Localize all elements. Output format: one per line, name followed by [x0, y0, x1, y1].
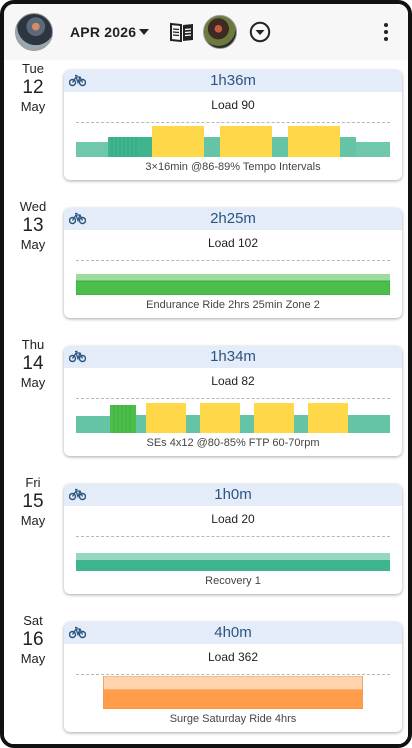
workout-load: Load 20 [211, 512, 255, 526]
workout-profile [103, 676, 363, 709]
workout-description: Recovery 1 [205, 575, 261, 587]
calendar-list: Tue 12 May 1h36m Load 90 3×16min @86-89%… [4, 60, 408, 744]
avatar[interactable] [15, 13, 53, 51]
card-header: 1h34m [64, 346, 402, 368]
app-frame: APR 2026 Tue 12 May 1h36m Load 90 3×16mi… [0, 0, 412, 748]
workout-card[interactable]: 1h36m Load 90 3×16min @86-89% Tempo Inte… [64, 70, 402, 180]
card-header: 1h0m [64, 484, 402, 506]
workout-profile [76, 403, 390, 433]
day-month: May [20, 99, 46, 114]
workout-description: SEs 4x12 @80-85% FTP 60-70rpm [146, 437, 320, 449]
workout-profile [76, 126, 390, 157]
day-row: Thu 14 May 1h34m Load 82 SEs 4x12 @80-85… [4, 336, 408, 475]
card-header: 1h36m [64, 70, 402, 92]
day-month: May [20, 237, 46, 252]
day-number: 15 [22, 491, 44, 512]
workout-card[interactable]: 1h34m Load 82 SEs 4x12 @80-85% FTP 60-70… [64, 346, 402, 456]
month-selector[interactable]: APR 2026 [70, 24, 136, 40]
workout-description: Endurance Ride 2hrs 25min Zone 2 [146, 299, 320, 311]
day-of-week: Wed [19, 199, 47, 214]
workout-profile [76, 553, 390, 571]
day-row: Sat 16 May 4h0m Load 362 Surge Saturday … [4, 612, 408, 744]
card-header: 2h25m [64, 208, 402, 230]
workout-card[interactable]: 2h25m Load 102 Endurance Ride 2hrs 25min… [64, 208, 402, 318]
day-number: 14 [22, 353, 44, 374]
ftp-line [76, 674, 390, 675]
day-number: 13 [22, 215, 44, 236]
book-icon[interactable] [170, 22, 194, 42]
workout-duration: 1h34m [210, 348, 256, 365]
workout-description: 3×16min @86-89% Tempo Intervals [145, 161, 321, 173]
day-month: May [20, 375, 46, 390]
ftp-line [76, 398, 390, 399]
workout-duration: 1h36m [210, 72, 256, 89]
day-of-week: Tue [22, 61, 44, 76]
day-of-week: Thu [21, 337, 45, 352]
day-month: May [20, 513, 46, 528]
avatar[interactable] [203, 15, 237, 49]
workout-load: Load 102 [207, 236, 259, 250]
top-bar: APR 2026 [4, 4, 408, 61]
caret-down-icon[interactable] [139, 29, 149, 35]
workout-duration: 2h25m [210, 210, 256, 227]
day-row: Fri 15 May 1h0m Load 20 Recovery 1 [4, 474, 408, 613]
workout-load: Load 362 [207, 650, 259, 664]
card-header: 4h0m [64, 622, 402, 644]
workout-profile [76, 274, 390, 295]
workout-load: Load 82 [211, 374, 255, 388]
workout-load: Load 90 [211, 98, 255, 112]
workout-duration: 4h0m [214, 624, 252, 641]
day-of-week: Fri [25, 475, 41, 490]
day-number: 16 [22, 629, 44, 650]
workout-card[interactable]: 1h0m Load 20 Recovery 1 [64, 484, 402, 594]
ftp-line [76, 122, 390, 123]
ftp-line [76, 260, 390, 261]
day-of-week: Sat [23, 613, 43, 628]
workout-duration: 1h0m [214, 486, 252, 503]
day-number: 12 [22, 77, 44, 98]
day-month: May [20, 651, 46, 666]
circle-chevron-down-icon[interactable] [249, 21, 271, 43]
more-vert-icon[interactable] [381, 22, 391, 42]
ftp-line [76, 536, 390, 537]
workout-description: Surge Saturday Ride 4hrs [169, 713, 297, 725]
day-row: Tue 12 May 1h36m Load 90 3×16min @86-89%… [4, 60, 408, 199]
day-row: Wed 13 May 2h25m Load 102 Endurance Ride… [4, 198, 408, 337]
workout-card[interactable]: 4h0m Load 362 Surge Saturday Ride 4hrs [64, 622, 402, 732]
